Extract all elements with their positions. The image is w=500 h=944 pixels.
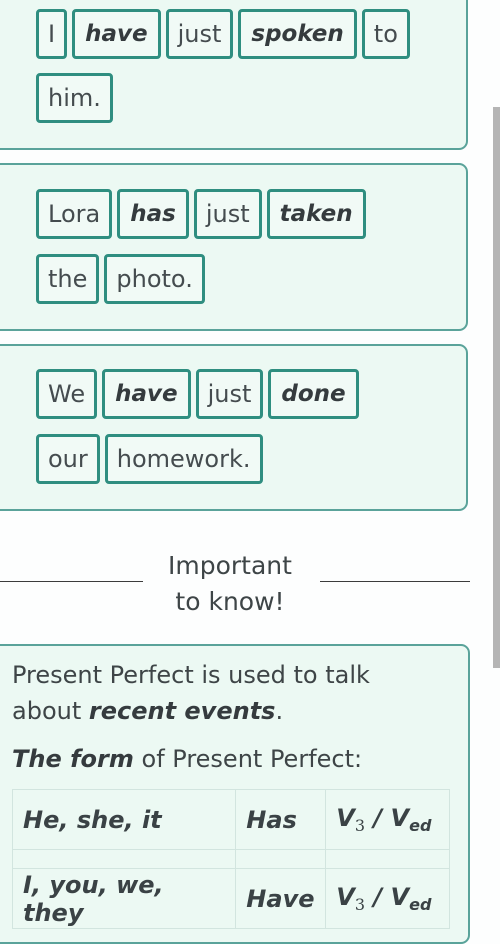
empty-cell [325, 849, 450, 869]
word-chip-participle[interactable]: taken [266, 189, 366, 239]
verb-separator: / [365, 804, 391, 832]
table-row: I, you, we, they Have V3 / Ved [11, 868, 450, 929]
word-chip-participle[interactable]: spoken [238, 9, 357, 59]
word-chip[interactable]: photo. [104, 254, 205, 304]
usage-suffix: . [275, 697, 284, 725]
word-chip-auxiliary[interactable]: have [72, 9, 161, 59]
sentence-2-line-1: Lora has just taken [36, 189, 366, 239]
verb-base: V [336, 804, 355, 832]
auxiliary-cell: Has [235, 789, 327, 850]
subject-cell: He, she, it [11, 789, 237, 850]
important-line-1: Important [168, 551, 292, 580]
word-chip-auxiliary[interactable]: has [117, 189, 189, 239]
verb-form-cell: V3 / Ved [325, 868, 450, 929]
sentence-3-line-2: our homework. [36, 434, 263, 484]
sentence-1-line-1: I have just spoken to [36, 9, 410, 59]
divider-right [320, 581, 470, 582]
word-chip[interactable]: just [195, 369, 264, 419]
subject-cell: I, you, we, they [11, 868, 237, 929]
empty-cell [235, 849, 327, 869]
word-chip[interactable]: just [193, 189, 262, 239]
verb-base: V [390, 883, 410, 911]
verb-sub-3: 3 [354, 816, 366, 835]
scrollbar-thumb[interactable] [493, 107, 500, 668]
auxiliary-cell: Have [235, 868, 327, 929]
word-chip[interactable]: just [165, 9, 234, 59]
empty-cell [11, 849, 237, 869]
verb-sub-3: 3 [354, 895, 366, 914]
important-line-2: to know! [175, 587, 285, 616]
sentence-2-line-2: the photo. [36, 254, 205, 304]
word-chip[interactable]: I [36, 9, 68, 59]
table-row-empty [11, 849, 450, 869]
word-chip-auxiliary[interactable]: have [102, 369, 191, 419]
divider-left [0, 581, 143, 582]
verb-form-cell: V3 / Ved [325, 789, 450, 850]
form-emphasis: The form [12, 745, 134, 773]
form-suffix: of Present Perfect: [133, 745, 363, 773]
word-chip[interactable]: homework. [104, 434, 263, 484]
word-chip[interactable]: Lora [36, 189, 113, 239]
form-table: He, she, it Has V3 / Ved I, you, we, the… [11, 789, 450, 929]
verb-base: V [390, 804, 410, 832]
table-row: He, she, it Has V3 / Ved [11, 789, 450, 850]
verb-separator: / [365, 883, 391, 911]
word-chip[interactable]: our [36, 434, 100, 484]
word-chip[interactable]: to [361, 9, 410, 59]
usage-text: Present Perfect is used to talk about re… [12, 657, 412, 729]
word-chip[interactable]: him. [36, 73, 113, 123]
usage-emphasis: recent events [88, 697, 276, 725]
verb-sub-ed: ed [409, 895, 432, 914]
word-chip-participle[interactable]: done [268, 369, 359, 419]
sentence-3-line-1: We have just done [36, 369, 359, 419]
word-chip[interactable]: We [36, 369, 98, 419]
important-heading: Important to know! [138, 548, 322, 620]
sentence-1-line-2: him. [36, 73, 113, 123]
word-chip[interactable]: the [36, 254, 100, 304]
verb-base: V [336, 883, 355, 911]
form-text: The form of Present Perfect: [12, 741, 362, 777]
verb-sub-ed: ed [409, 816, 432, 835]
